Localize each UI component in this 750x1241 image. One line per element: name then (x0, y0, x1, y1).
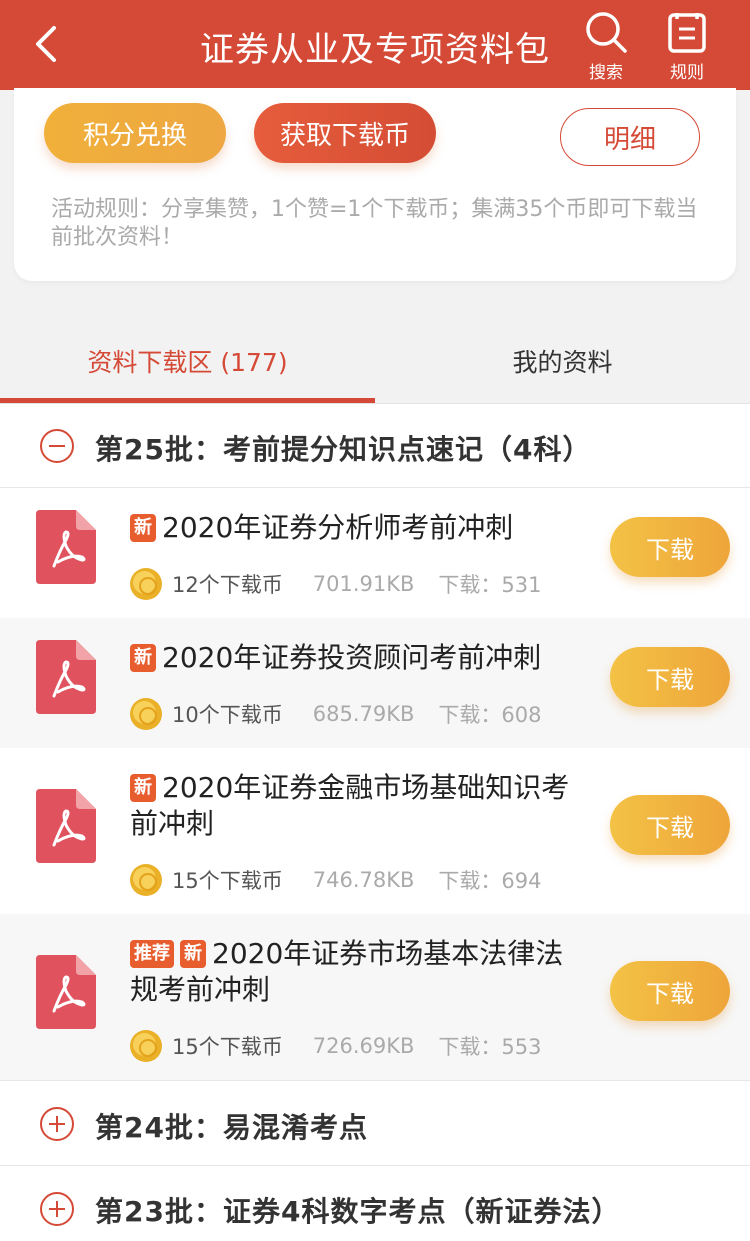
item-meta: 15个下载币 746.78KB 下载：694 (130, 863, 542, 897)
item-meta: 12个下载币 701.91KB 下载：531 (130, 567, 542, 601)
minus-circle-icon[interactable] (40, 429, 74, 463)
search-label: 搜索 (589, 63, 623, 83)
pdf-file-icon (36, 640, 96, 714)
item-title-text: 2020年证券投资顾问考前冲刺 (162, 641, 542, 674)
coin-cost: 12个下载币 (172, 573, 283, 597)
item-meta: 10个下载币 685.79KB 下载：608 (130, 697, 542, 731)
coin-cost: 15个下载币 (172, 1035, 283, 1059)
download-count: 下载：694 (438, 869, 542, 893)
download-button[interactable]: 下载 (610, 647, 730, 707)
item-title: 新 2020年证券分析师考前冲刺 (130, 510, 590, 546)
item-title: 新 2020年证券投资顾问考前冲刺 (130, 640, 590, 676)
batch-header-25[interactable]: 第25批：考前提分知识点速记（4科） (0, 404, 750, 488)
pdf-file-icon (36, 955, 96, 1029)
item-title-text: 2020年证券分析师考前冲刺 (162, 511, 514, 544)
batch-title: 第24批：易混淆考点 (95, 1111, 368, 1144)
activity-card: 积分兑换 获取下载币 明细 活动规则：分享集赞，1个赞=1个下载币；集满35个币… (14, 88, 736, 281)
active-tab-indicator (0, 398, 375, 403)
detail-button[interactable]: 明细 (560, 108, 700, 166)
search-icon (586, 12, 627, 53)
coin-cost: 10个下载币 (172, 703, 283, 727)
download-count: 下载：553 (438, 1035, 542, 1059)
new-badge: 新 (130, 514, 156, 542)
item-meta: 15个下载币 726.69KB 下载：553 (130, 1029, 542, 1063)
download-button[interactable]: 下载 (610, 961, 730, 1021)
coin-icon (130, 1030, 162, 1062)
list-item: 推荐新 2020年证券市场基本法律法规考前冲刺 15个下载币 726.69KB 下… (0, 914, 750, 1080)
download-count: 下载：608 (438, 703, 542, 727)
list-item: 新 2020年证券分析师考前冲刺 12个下载币 701.91KB 下载：531 下… (0, 488, 750, 618)
search-button[interactable]: 搜索 (576, 10, 636, 84)
list-item: 新 2020年证券投资顾问考前冲刺 10个下载币 685.79KB 下载：608 … (0, 618, 750, 748)
item-title: 推荐新 2020年证券市场基本法律法规考前冲刺 (130, 936, 590, 1008)
pdf-file-icon (36, 510, 96, 584)
new-badge: 新 (130, 774, 156, 802)
coin-cost: 15个下载币 (172, 869, 283, 893)
pdf-file-icon (36, 789, 96, 863)
tab-my-materials[interactable]: 我的资料 (375, 318, 750, 404)
file-size: 701.91KB (312, 572, 415, 596)
recommend-badge: 推荐 (130, 940, 174, 968)
clipboard-icon (668, 13, 706, 53)
activity-rules-text: 活动规则：分享集赞，1个赞=1个下载币；集满35个币即可下载当前批次资料！ (51, 197, 698, 250)
rules-button[interactable]: 规则 (657, 10, 717, 84)
list-item: 新 2020年证券金融市场基础知识考前冲刺 15个下载币 746.78KB 下载：… (0, 748, 750, 914)
coin-icon (130, 568, 162, 600)
tab-bar: 资料下载区 (177) 我的资料 (0, 318, 750, 404)
page-title: 证券从业及专项资料包 (200, 30, 550, 70)
new-badge: 新 (180, 940, 206, 968)
file-size: 726.69KB (312, 1034, 415, 1058)
file-size: 746.78KB (312, 868, 415, 892)
batch-header-23[interactable]: 第23批：证券4科数字考点（新证券法） (0, 1166, 750, 1241)
get-coins-button[interactable]: 获取下载币 (254, 103, 436, 163)
coin-icon (130, 864, 162, 896)
item-title: 新 2020年证券金融市场基础知识考前冲刺 (130, 770, 590, 842)
tab-download-area[interactable]: 资料下载区 (177) (0, 318, 375, 404)
new-badge: 新 (130, 644, 156, 672)
top-header: 证券从业及专项资料包 搜索 规则 (0, 0, 750, 90)
plus-circle-icon[interactable] (40, 1107, 74, 1141)
plus-circle-icon[interactable] (40, 1192, 74, 1226)
rules-label: 规则 (670, 63, 704, 83)
coin-icon (130, 698, 162, 730)
batch-title: 第25批：考前提分知识点速记（4科） (95, 433, 592, 466)
item-title-text: 2020年证券金融市场基础知识考前冲刺 (130, 771, 570, 840)
download-count: 下载：531 (438, 573, 542, 597)
batch-header-24[interactable]: 第24批：易混淆考点 (0, 1080, 750, 1166)
file-size: 685.79KB (312, 702, 415, 726)
points-exchange-button[interactable]: 积分兑换 (44, 103, 226, 163)
batch-title: 第23批：证券4科数字考点（新证券法） (95, 1195, 621, 1228)
download-button[interactable]: 下载 (610, 795, 730, 855)
download-button[interactable]: 下载 (610, 517, 730, 577)
